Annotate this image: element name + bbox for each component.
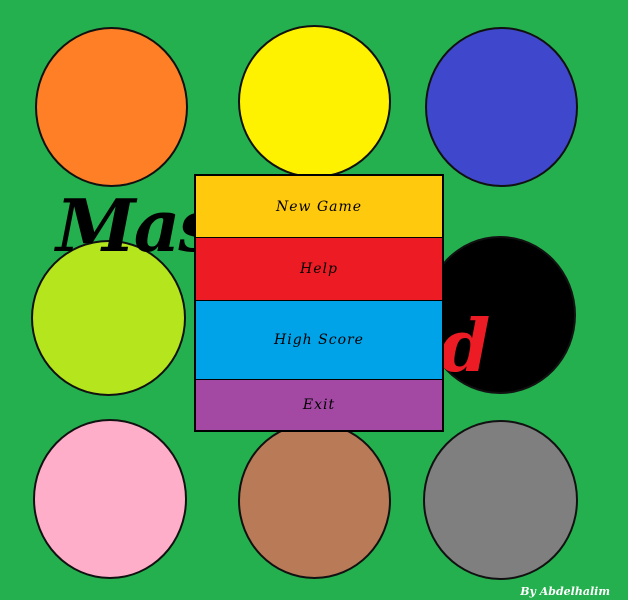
author-credit: By Abdelhalim [520,585,610,598]
game-title-left: Mas [56,183,219,268]
main-menu: New Game Help High Score Exit [194,174,444,432]
new-game-button[interactable]: New Game [196,176,442,237]
color-peg-brown [238,422,391,579]
color-peg-gray [423,420,578,580]
color-peg-yellow [238,25,391,178]
color-peg-blue [425,27,578,187]
game-title-right: d [440,303,490,388]
color-peg-pink [33,419,187,579]
high-score-button[interactable]: High Score [196,300,442,379]
help-button[interactable]: Help [196,237,442,300]
exit-button[interactable]: Exit [196,379,442,430]
color-peg-orange [35,27,188,187]
